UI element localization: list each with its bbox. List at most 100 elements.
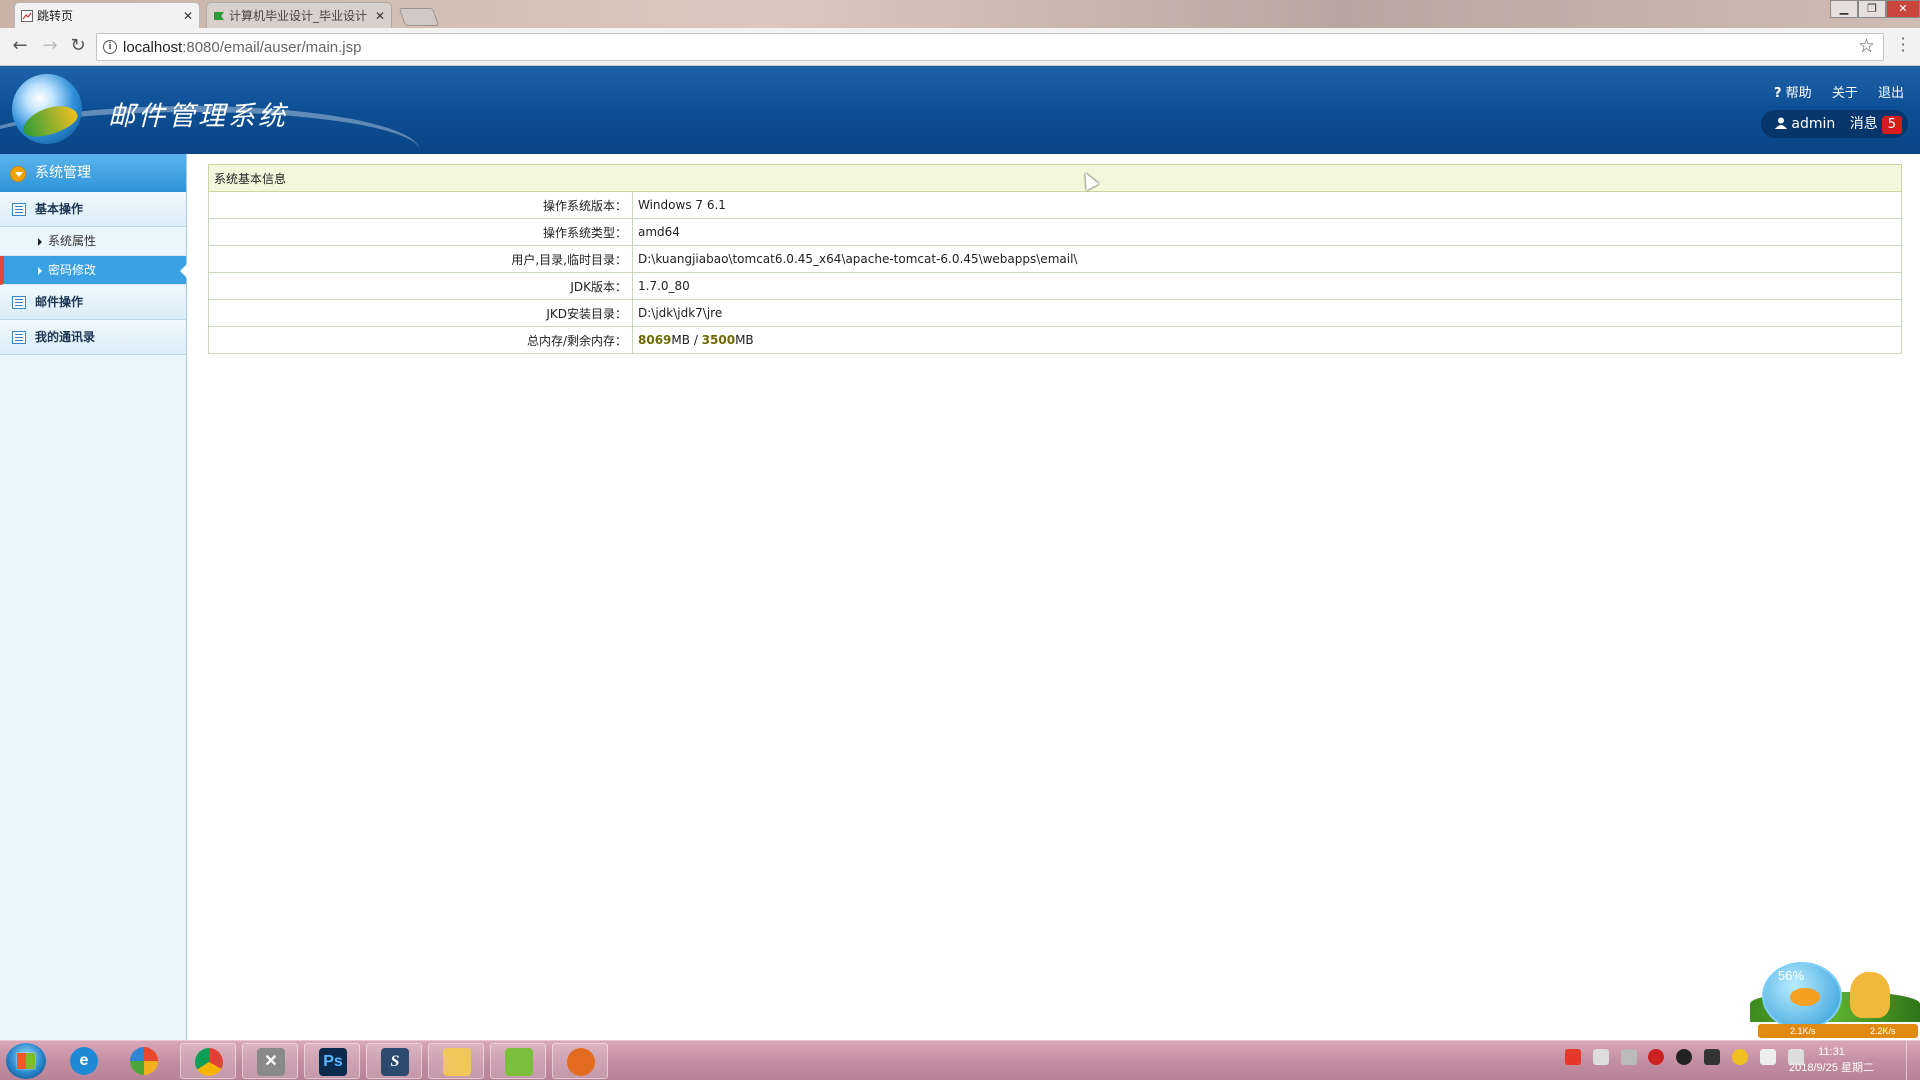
- qq-icon[interactable]: [1676, 1049, 1693, 1065]
- tools-glyph: ✕: [257, 1048, 285, 1076]
- browser-menu-icon[interactable]: · · ·: [1900, 31, 1906, 59]
- photoshop-icon[interactable]: Ps: [304, 1043, 360, 1079]
- bullet-arrow-icon: [38, 267, 42, 275]
- site-favicon-icon: [214, 12, 224, 20]
- download-speed: 2.2K/s: [1870, 1026, 1896, 1036]
- chrome-icon[interactable]: [180, 1043, 236, 1079]
- browser-toolbar: ← → ↻ i localhost:8080/email/auser/main.…: [0, 28, 1920, 66]
- sidebar-group-mail-ops[interactable]: 邮件操作: [0, 285, 186, 320]
- security-icon[interactable]: [1731, 1049, 1748, 1065]
- notepad-icon[interactable]: [490, 1043, 546, 1079]
- fish-icon: [1790, 988, 1820, 1006]
- sublime-icon[interactable]: S: [366, 1043, 422, 1079]
- minimize-window-icon[interactable]: ▁: [1830, 0, 1858, 18]
- app-title: 邮件管理系统: [108, 101, 288, 132]
- list-icon: [12, 331, 26, 344]
- tab-label: 跳转页: [37, 9, 74, 23]
- app-header: 邮件管理系统 ? 帮助 关于 退出 admin 消息 5: [0, 66, 1920, 154]
- user-icon: [1775, 117, 1788, 129]
- show-desktop-button[interactable]: [1906, 1041, 1920, 1080]
- sidebar-item-password-change[interactable]: 密码修改: [0, 256, 187, 285]
- tab-graduation-design[interactable]: 计算机毕业设计_毕业设计 ✕: [206, 2, 392, 28]
- speed-bar: 2.1K/s 2.2K/s: [1758, 1024, 1918, 1038]
- start-button[interactable]: [6, 1043, 46, 1079]
- app-logo: [12, 74, 82, 144]
- taskbar: e ✕ Ps S 11:31 2018/9/25 星期二: [0, 1040, 1920, 1080]
- table-header-row: 系统基本信息: [208, 164, 1902, 192]
- about-link[interactable]: 关于: [1832, 86, 1858, 101]
- close-tab-icon[interactable]: ✕: [183, 3, 193, 28]
- back-icon[interactable]: ←: [8, 35, 32, 59]
- notepad-glyph: [505, 1048, 533, 1076]
- table-row: 操作系统类型： amd64: [208, 218, 1902, 246]
- chat-icon[interactable]: [552, 1043, 608, 1079]
- cat-icon: [1850, 972, 1890, 1018]
- restore-window-icon[interactable]: ❐: [1858, 0, 1886, 18]
- table-row: JDK版本： 1.7.0_80: [208, 272, 1902, 300]
- row-label: 操作系统类型：: [208, 218, 633, 246]
- row-value: D:\jdk\jdk7\jre: [632, 299, 1902, 327]
- close-tab-icon[interactable]: ✕: [375, 3, 385, 28]
- sidebar-header-label: 系统管理: [35, 165, 91, 181]
- total-memory: 8069: [638, 333, 672, 347]
- browser-tab-bar: 跳转页 ✕ 计算机毕业设计_毕业设计 ✕ ▁ ❐ ✕: [0, 0, 1920, 28]
- top-links: ? 帮助 关于 退出: [1758, 82, 1904, 101]
- sidebar-item-system-properties[interactable]: 系统属性: [0, 227, 186, 256]
- network-icon[interactable]: [1759, 1049, 1776, 1065]
- tools-icon[interactable]: ✕: [242, 1043, 298, 1079]
- messages-label[interactable]: 消息: [1850, 116, 1878, 132]
- row-label: 总内存/剩余内存：: [208, 326, 633, 354]
- sublime-glyph: S: [381, 1048, 409, 1076]
- messages-count-badge[interactable]: 5: [1881, 116, 1902, 134]
- upload-speed: 2.1K/s: [1790, 1026, 1816, 1036]
- multi-window-icon[interactable]: [116, 1043, 172, 1079]
- url-host: localhost: [123, 39, 183, 56]
- table-row: 用户,目录,临时目录： D:\kuangjiabao\tomcat6.0.45_…: [208, 245, 1902, 273]
- reload-icon[interactable]: ↻: [66, 35, 90, 59]
- help-link[interactable]: ? 帮助: [1774, 86, 1812, 101]
- new-tab-button[interactable]: [398, 8, 440, 26]
- memory-unit: MB: [671, 333, 690, 347]
- user-bar: admin 消息 5: [1761, 110, 1908, 138]
- network-speed-widget[interactable]: 56% 2.1K/s 2.2K/s: [1750, 958, 1920, 1040]
- list-icon: [12, 203, 26, 216]
- site-info-icon[interactable]: i: [103, 40, 117, 54]
- sidebar-group-basic-ops[interactable]: 基本操作: [0, 192, 186, 227]
- folder-glyph: [443, 1048, 471, 1076]
- clock-date: 2018/9/25 星期二: [1789, 1062, 1874, 1074]
- forward-icon[interactable]: →: [38, 35, 62, 59]
- row-value: D:\kuangjiabao\tomcat6.0.45_x64\apache-t…: [632, 245, 1902, 273]
- url-path: :8080/email/auser/main.jsp: [182, 39, 362, 56]
- bookmark-star-icon[interactable]: ☆: [1858, 35, 1875, 57]
- help-icon: ?: [1773, 86, 1782, 101]
- clock[interactable]: 11:31 2018/9/25 星期二: [1789, 1044, 1874, 1076]
- table-row-memory: 总内存/剩余内存： 8069MB / 3500MB: [208, 326, 1902, 354]
- sidebar-header-system-management[interactable]: 系统管理: [0, 154, 186, 192]
- sidebar-group-address-book[interactable]: 我的通讯录: [0, 320, 186, 355]
- language-icon[interactable]: [1592, 1049, 1609, 1065]
- widget-percent: 56%: [1778, 968, 1805, 983]
- row-label: 用户,目录,临时目录：: [208, 245, 633, 273]
- memory-value: 8069MB / 3500MB: [632, 326, 1902, 354]
- row-value: 1.7.0_80: [632, 272, 1902, 300]
- close-window-icon[interactable]: ✕: [1886, 0, 1920, 18]
- tab-redirect-page[interactable]: 跳转页 ✕: [14, 2, 200, 28]
- row-label: JKD安装目录：: [208, 299, 633, 327]
- memory-unit: MB: [735, 333, 754, 347]
- antivirus-icon[interactable]: [1648, 1049, 1665, 1065]
- table-title: 系统基本信息: [208, 164, 1902, 192]
- photoshop-glyph: Ps: [319, 1048, 347, 1076]
- table-row: 操作系统版本： Windows 7 6.1: [208, 191, 1902, 219]
- ie-icon[interactable]: e: [56, 1043, 112, 1079]
- usb-icon[interactable]: [1620, 1049, 1637, 1065]
- penguin-icon[interactable]: [1704, 1049, 1721, 1065]
- chat-glyph: [567, 1048, 595, 1076]
- logout-link[interactable]: 退出: [1878, 86, 1904, 101]
- collapse-arrow-icon: [10, 166, 26, 182]
- address-bar[interactable]: i localhost:8080/email/auser/main.jsp ☆: [96, 33, 1884, 61]
- username[interactable]: admin: [1791, 116, 1835, 132]
- sogou-input-icon[interactable]: [1565, 1049, 1581, 1065]
- sidebar-group-label: 基本操作: [35, 202, 84, 216]
- clock-time: 11:31: [1818, 1046, 1845, 1058]
- folder-icon[interactable]: [428, 1043, 484, 1079]
